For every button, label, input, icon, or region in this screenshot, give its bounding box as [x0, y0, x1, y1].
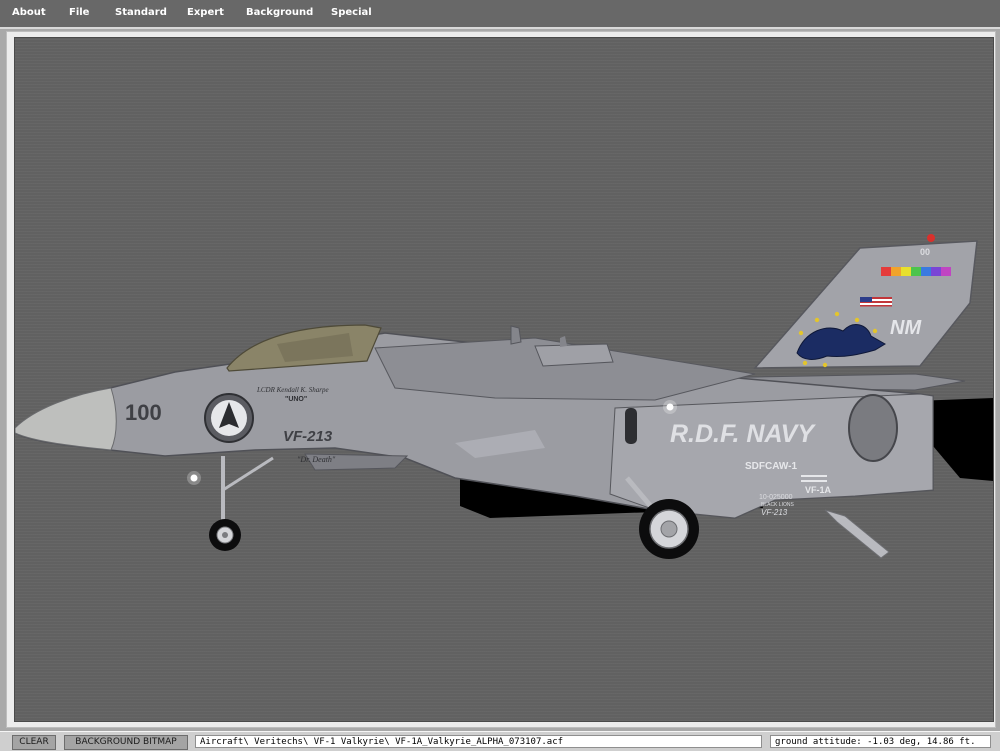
menu-special[interactable]: Special [331, 7, 372, 18]
aircraft-side-view[interactable]: NM 00 100 VF-213 LCDR Kendall K. Sharpe … [14, 37, 994, 722]
menu-standard[interactable]: Standard [115, 7, 167, 18]
tail-code: NM [890, 317, 922, 339]
engine-nozzle [848, 394, 898, 462]
wing-label: SDFCAW-1 [745, 461, 797, 472]
tail-number: 00 [920, 247, 930, 257]
aircraft-path-field: Aircraft\ Veritechs\ VF-1 Valkyrie\ VF-1… [195, 735, 762, 748]
intake-window [625, 408, 637, 444]
background-bitmap-button[interactable]: BACKGROUND BITMAP [64, 735, 188, 750]
squadron-label: VF-213 [283, 428, 333, 445]
rdf-navy-label: R.D.F. NAVY [670, 420, 816, 448]
stripe-1 [801, 475, 827, 477]
nav-light-right [663, 400, 677, 414]
stripe-2 [801, 480, 827, 482]
model-label: VF-1A [805, 485, 832, 495]
menu-expert[interactable]: Expert [187, 7, 224, 18]
ventral-fin [824, 509, 890, 559]
status-bar: CLEAR BACKGROUND BITMAP Aircraft\ Verite… [0, 731, 1000, 751]
callsign: "UNO" [285, 396, 307, 403]
nickname: "Dr. Death" [297, 455, 336, 464]
nose-number: 100 [125, 400, 162, 425]
clear-button[interactable]: CLEAR [12, 735, 56, 750]
menu-about[interactable]: About [12, 7, 46, 18]
tail-beacon-light [927, 234, 935, 242]
menu-file[interactable]: File [69, 7, 89, 18]
dorsal-antenna-2 [560, 336, 567, 347]
nose-landing-gear [209, 456, 274, 551]
us-flag-icon [860, 297, 892, 307]
nav-light-left [187, 471, 201, 485]
dorsal-antenna [510, 325, 522, 345]
aircraft-render: NM 00 100 VF-213 LCDR Kendall K. Sharpe … [15, 234, 993, 559]
serial-label: 10-025000 [759, 494, 793, 501]
menu-background[interactable]: Background [246, 7, 313, 18]
nose-cone [15, 387, 117, 451]
menu-bar: About File Standard Expert Background Sp… [0, 0, 1000, 29]
dorsal-block [534, 343, 614, 367]
rainbow-stripe [881, 267, 951, 276]
pilot-name: LCDR Kendall K. Sharpe [256, 386, 329, 394]
squadron-small-label: VF-213 [761, 508, 788, 517]
ground-attitude-field: ground attitude: -1.03 deg, 14.86 ft. [770, 735, 991, 748]
